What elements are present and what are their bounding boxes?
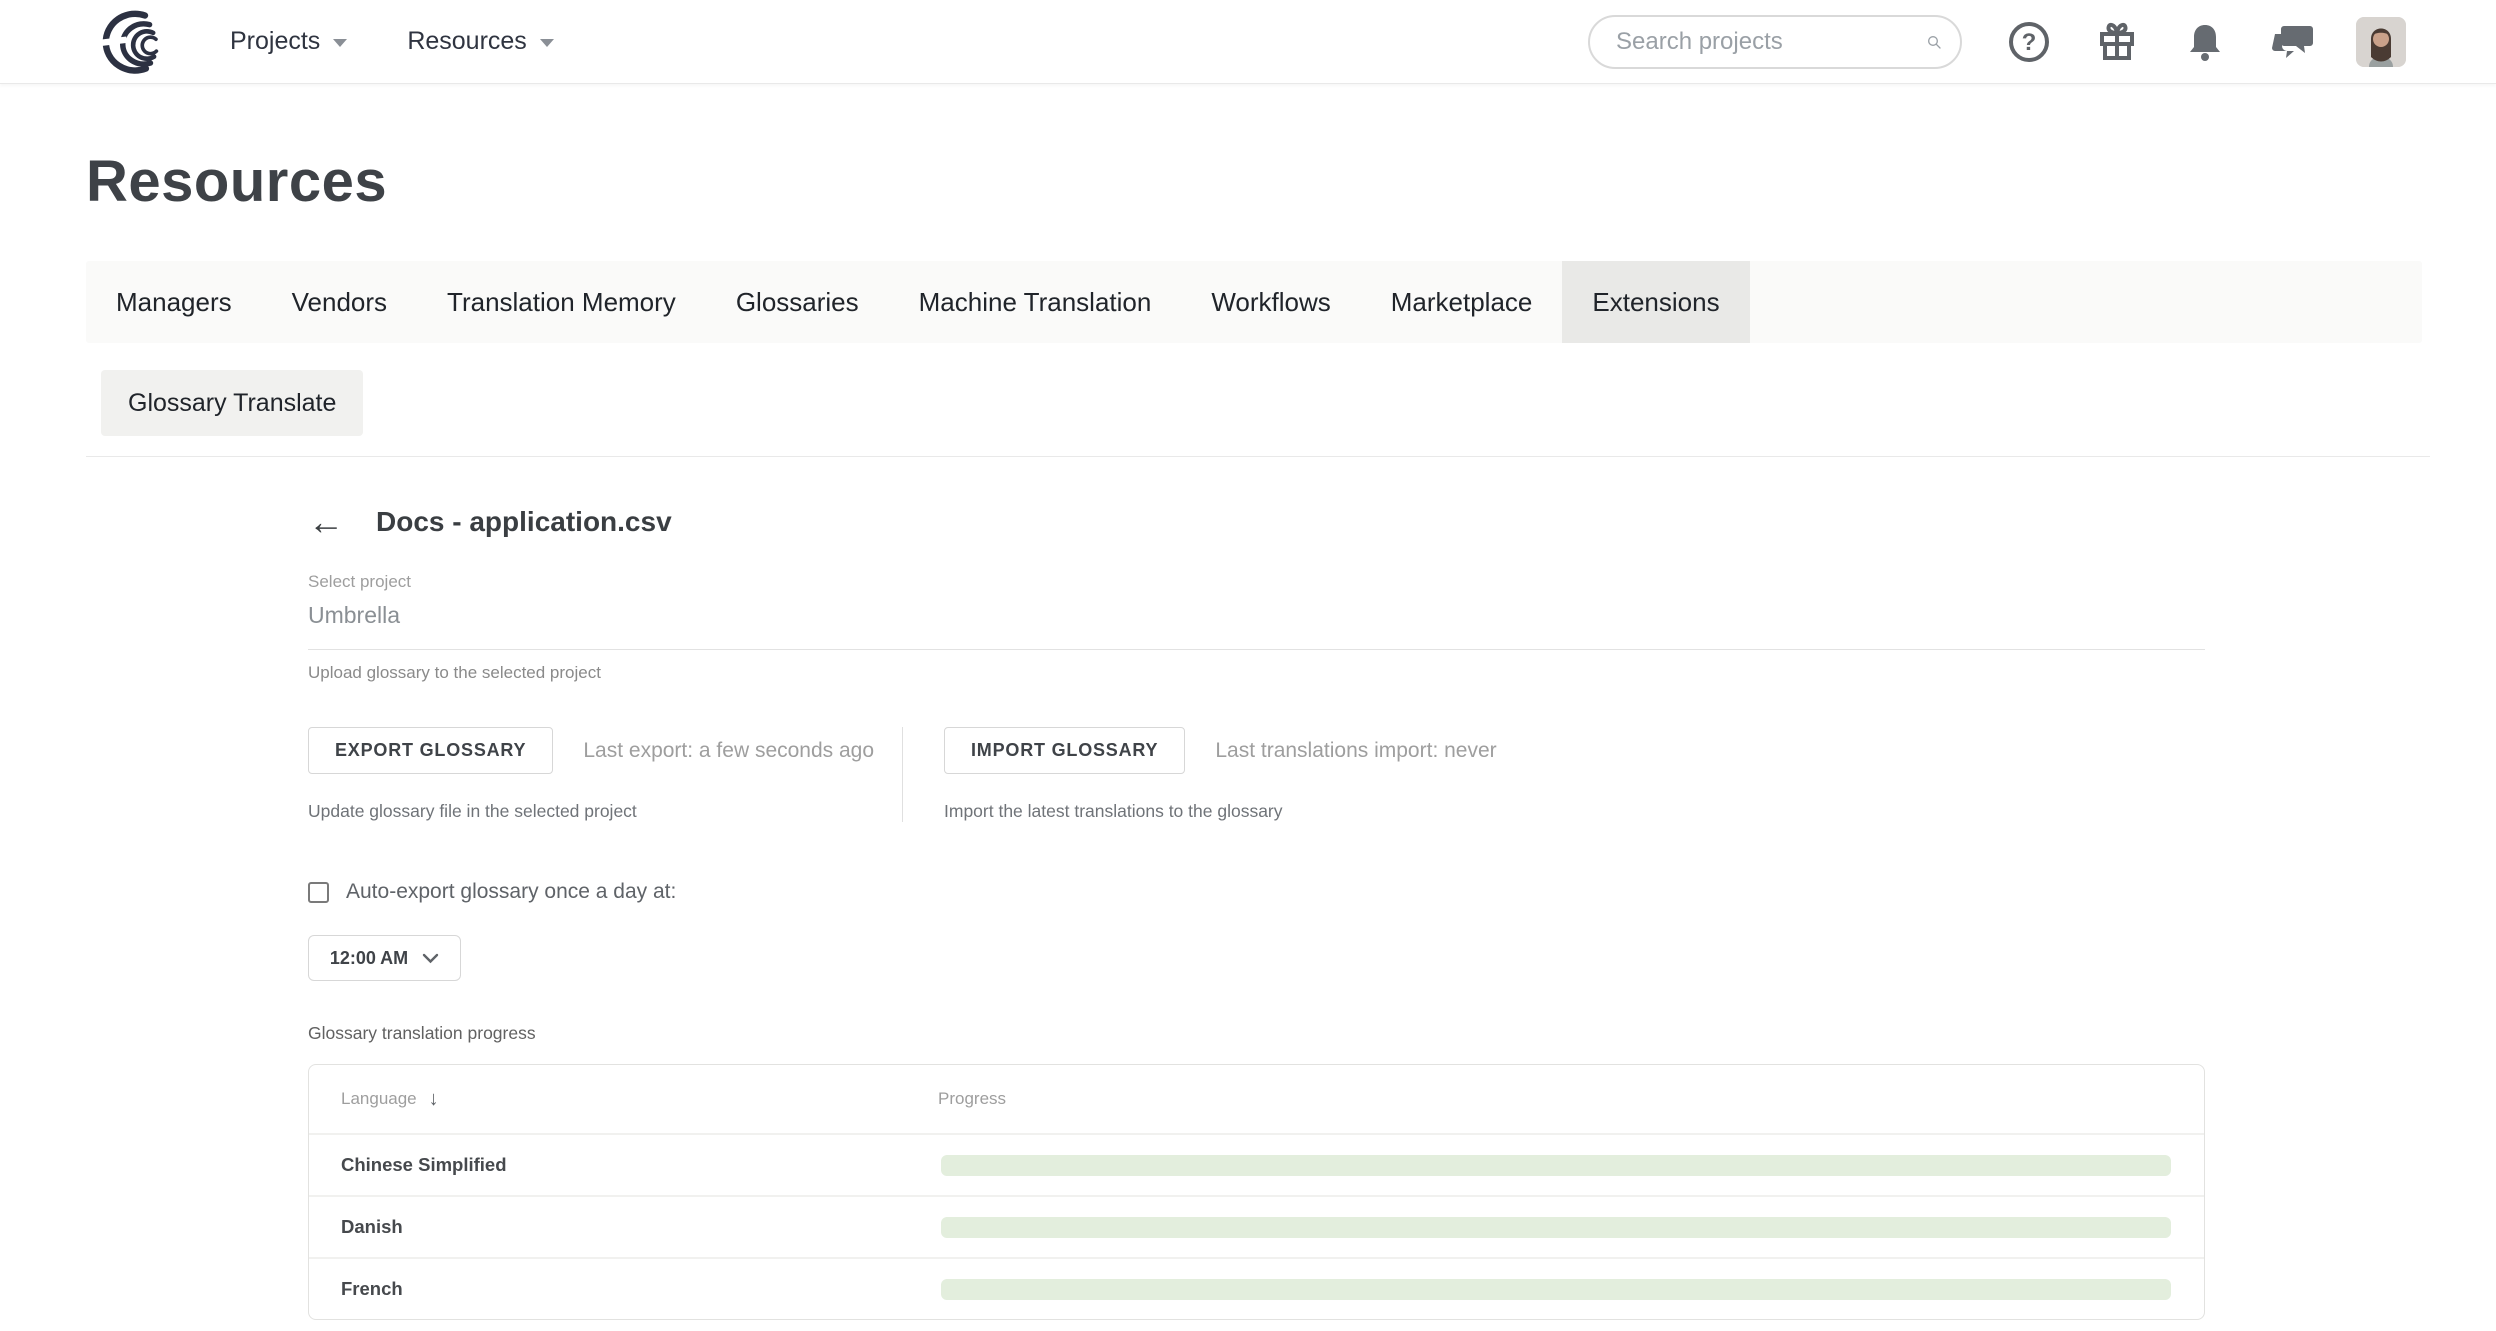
page-title: Resources	[86, 148, 2496, 215]
export-status: Last export: a few seconds ago	[583, 739, 874, 763]
resources-tab[interactable]: Translation Memory	[417, 261, 706, 343]
document-title: Docs - application.csv	[376, 506, 672, 538]
progress-column-header: Progress	[938, 1089, 1006, 1109]
language-cell: French	[309, 1278, 938, 1300]
auto-export-label: Auto-export glossary once a day at:	[346, 880, 676, 904]
language-header-label: Language	[341, 1089, 417, 1109]
table-row[interactable]: Danish	[309, 1195, 2204, 1257]
resources-tab[interactable]: Extensions	[1562, 261, 1749, 343]
resources-tab[interactable]: Vendors	[262, 261, 417, 343]
select-project-field[interactable]: Select project Umbrella	[308, 572, 2205, 650]
nav-menu-label: Resources	[407, 27, 527, 56]
table-header-row: Language ↓ Progress	[309, 1065, 2204, 1133]
extensions-subtabs: Glossary Translate	[101, 370, 2496, 436]
chevron-down-icon	[333, 39, 347, 47]
app-logo[interactable]	[88, 10, 180, 74]
resources-tab[interactable]: Marketplace	[1361, 261, 1563, 343]
document-header: ← Docs - application.csv	[308, 504, 2205, 540]
progress-cell	[938, 1217, 2204, 1238]
search-box[interactable]	[1588, 15, 1962, 69]
progress-cell	[938, 1155, 2204, 1176]
language-cell: Danish	[309, 1216, 938, 1238]
export-description: Update glossary file in the selected pro…	[308, 801, 902, 822]
nav-menu-label: Projects	[230, 27, 320, 56]
chevron-down-icon	[540, 39, 554, 47]
import-glossary-button[interactable]: IMPORT GLOSSARY	[944, 727, 1185, 774]
svg-text:?: ?	[2022, 29, 2037, 56]
back-button[interactable]: ←	[308, 504, 344, 540]
help-icon[interactable]: ?	[2006, 19, 2052, 65]
table-row[interactable]: French	[309, 1257, 2204, 1319]
auto-export-row: Auto-export glossary once a day at:	[308, 880, 2205, 904]
progress-section-label: Glossary translation progress	[308, 1023, 2205, 1044]
table-body: Chinese Simplified Danish French	[309, 1133, 2204, 1319]
upload-hint-text: Upload glossary to the selected project	[308, 663, 2205, 683]
resources-tab[interactable]: Managers	[86, 261, 262, 343]
resources-tab[interactable]: Machine Translation	[889, 261, 1182, 343]
topbar-right-cluster: ?	[1588, 15, 2406, 69]
vertical-divider	[902, 727, 903, 822]
chevron-down-icon	[422, 953, 439, 964]
select-project-label: Select project	[308, 572, 2205, 592]
import-description: Import the latest translations to the gl…	[944, 801, 1497, 822]
progress-bar	[941, 1279, 2171, 1300]
progress-bar	[941, 1217, 2171, 1238]
nav-menu-item[interactable]: Projects	[230, 27, 347, 56]
selected-project-value: Umbrella	[308, 602, 2205, 629]
table-row[interactable]: Chinese Simplified	[309, 1133, 2204, 1195]
top-navigation-bar: Projects Resources ?	[0, 0, 2496, 84]
chat-icon[interactable]	[2270, 19, 2316, 65]
auto-export-checkbox[interactable]	[308, 882, 329, 903]
import-section: IMPORT GLOSSARY Last translations import…	[944, 727, 1497, 822]
time-select-value: 12:00 AM	[330, 948, 408, 969]
language-cell: Chinese Simplified	[309, 1154, 938, 1176]
main-nav: Projects Resources	[230, 27, 554, 56]
glossary-progress-table: Language ↓ Progress Chinese Simplified D…	[308, 1064, 2205, 1320]
search-input[interactable]	[1616, 28, 1926, 56]
logo-swirl-icon	[88, 10, 180, 74]
resources-tab-bar: ManagersVendorsTranslation MemoryGlossar…	[86, 261, 2422, 343]
notifications-icon[interactable]	[2182, 19, 2228, 65]
progress-cell	[938, 1279, 2204, 1300]
resources-tab[interactable]: Glossaries	[706, 261, 889, 343]
resources-tab[interactable]: Workflows	[1181, 261, 1360, 343]
nav-menu-item[interactable]: Resources	[407, 27, 554, 56]
search-icon	[1926, 27, 1942, 57]
section-divider	[86, 456, 2430, 457]
import-status: Last translations import: never	[1215, 739, 1496, 763]
sort-descending-icon: ↓	[429, 1088, 439, 1111]
progress-bar	[941, 1155, 2171, 1176]
topbar-icons: ?	[2006, 19, 2316, 65]
export-glossary-button[interactable]: EXPORT GLOSSARY	[308, 727, 553, 774]
user-avatar[interactable]	[2356, 17, 2406, 67]
export-section: EXPORT GLOSSARY Last export: a few secon…	[308, 727, 902, 822]
subtab-glossary-translate[interactable]: Glossary Translate	[101, 370, 363, 436]
glossary-translate-panel: ← Docs - application.csv Select project …	[308, 504, 2205, 1320]
glossary-actions: EXPORT GLOSSARY Last export: a few secon…	[308, 727, 2205, 822]
language-column-header[interactable]: Language ↓	[309, 1088, 938, 1111]
gift-icon[interactable]	[2094, 19, 2140, 65]
time-select-dropdown[interactable]: 12:00 AM	[308, 935, 461, 981]
